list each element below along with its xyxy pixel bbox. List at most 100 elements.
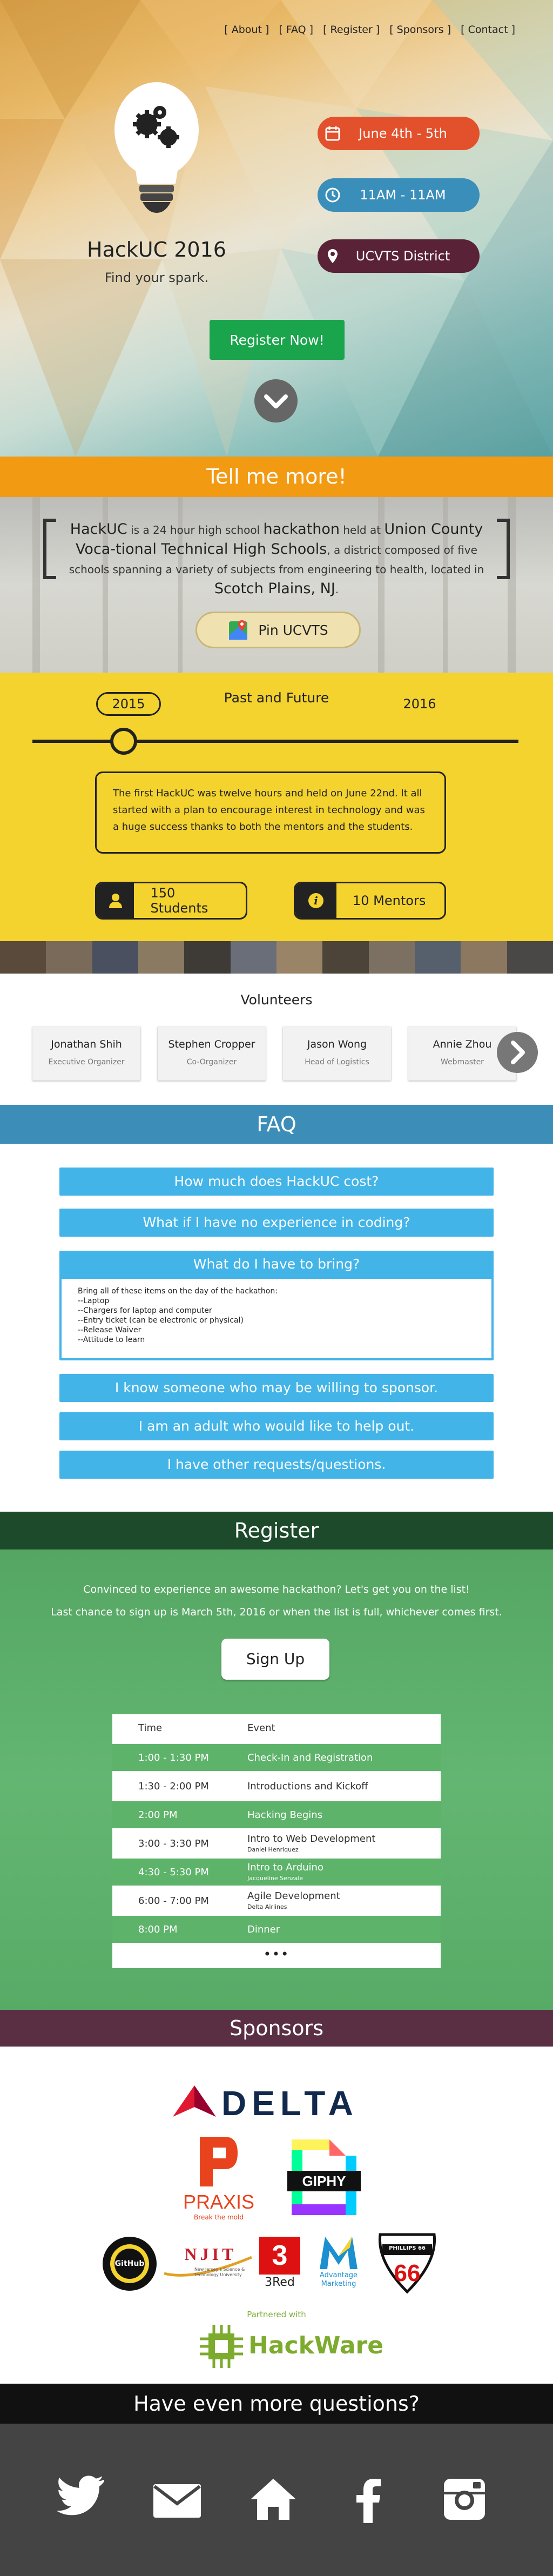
delta-wordmark: DELTA bbox=[221, 2084, 359, 2123]
table-row: 1:00 - 1:30 PM Check-In and Registration bbox=[112, 1744, 441, 1771]
about-description: HackUC is a 24 hour high school hackatho… bbox=[69, 521, 484, 597]
photo-strip bbox=[0, 941, 553, 974]
register-deadline: Last chance to sign up is March 5th, 201… bbox=[51, 1606, 502, 1618]
twitter-icon[interactable] bbox=[55, 2472, 109, 2526]
info-icon: i bbox=[295, 883, 336, 918]
njit-logo[interactable]: NJIT New Jersey's Science & Technology U… bbox=[162, 2242, 254, 2285]
event-location: UCVTS District bbox=[355, 249, 450, 264]
tell-me-more-heading: Tell me more! bbox=[0, 457, 553, 497]
faq-answer: Bring all of these items on the day of t… bbox=[62, 1279, 491, 1358]
mentors-count: 10 Mentors bbox=[353, 893, 426, 908]
volunteers-next-button[interactable] bbox=[497, 1032, 538, 1073]
github-wordmark: GitHub bbox=[114, 2249, 145, 2279]
lightbulb-gears-icon bbox=[114, 82, 199, 213]
register-heading: Register bbox=[0, 1512, 553, 1549]
past-description: The first HackUC was twelve hours and he… bbox=[95, 772, 446, 854]
google-maps-icon bbox=[229, 620, 248, 640]
faq-question[interactable]: I am an adult who would like to help out… bbox=[59, 1412, 494, 1440]
faq-question[interactable]: What do I have to bring? bbox=[59, 1251, 494, 1278]
hackware-logo[interactable]: HackWare bbox=[200, 2322, 383, 2371]
past-and-future-section: 2015 Past and Future 2016 The first Hack… bbox=[0, 673, 553, 941]
contact-footer bbox=[0, 2424, 553, 2576]
nav-sponsors[interactable]: [ Sponsors ] bbox=[389, 24, 451, 36]
njit-tagline: New Jersey's Science & Technology Univer… bbox=[194, 2267, 245, 2277]
volunteer-card[interactable]: Jason Wong Head of Logistics bbox=[283, 1027, 391, 1081]
register-section: Convinced to experience an awesome hacka… bbox=[0, 1549, 553, 2010]
faq-question[interactable]: I have other requests/questions. bbox=[59, 1451, 494, 1479]
nav-faq[interactable]: [ FAQ ] bbox=[279, 24, 313, 36]
delta-logo[interactable]: DELTA bbox=[173, 2080, 367, 2123]
timeline-year-2016[interactable]: 2016 bbox=[395, 696, 444, 712]
calendar-icon bbox=[318, 125, 348, 142]
phillips-shield-icon: 66 bbox=[378, 2233, 436, 2294]
3red-mark: 3 bbox=[259, 2237, 300, 2275]
table-row: 4:30 - 5:30 PM Intro to Arduino Jacqueli… bbox=[112, 1859, 441, 1886]
volunteer-role: Head of Logistics bbox=[305, 1058, 369, 1066]
advantage-m-icon bbox=[320, 2237, 358, 2269]
timeline-year-2015[interactable]: 2015 bbox=[96, 692, 161, 716]
nav-register[interactable]: [ Register ] bbox=[323, 24, 380, 36]
table-row: 6:00 - 7:00 PM Agile Development Delta A… bbox=[138, 1890, 340, 1910]
volunteer-name: Stephen Cropper bbox=[168, 1038, 255, 1050]
nav-contact[interactable]: [ Contact ] bbox=[461, 24, 515, 36]
scroll-down-button[interactable] bbox=[254, 379, 298, 422]
volunteer-card[interactable]: Jonathan Shih Executive Organizer bbox=[32, 1027, 140, 1081]
time-pill: 11AM - 11AM bbox=[318, 178, 480, 212]
3red-logo[interactable]: 3 3Red bbox=[259, 2237, 300, 2291]
phillips-wordmark: PHILLIPS 66 bbox=[389, 2245, 426, 2251]
timeline-track bbox=[32, 740, 518, 743]
github-logo[interactable]: GitHub bbox=[103, 2237, 157, 2291]
email-icon[interactable] bbox=[150, 2472, 204, 2526]
praxis-logo[interactable]: PRAXIS Break the mold bbox=[178, 2137, 259, 2223]
hackware-wordmark: HackWare bbox=[248, 2332, 384, 2359]
pin-ucvts-button[interactable]: Pin UCVTS bbox=[195, 612, 361, 648]
top-nav: [ About ] [ FAQ ] [ Register ] [ Sponsor… bbox=[224, 24, 515, 36]
praxis-wordmark: PRAXIS bbox=[183, 2191, 255, 2213]
register-intro: Convinced to experience an awesome hacka… bbox=[83, 1584, 470, 1595]
volunteer-name: Jason Wong bbox=[307, 1038, 367, 1050]
faq-heading: FAQ bbox=[0, 1105, 553, 1144]
table-row: 3:00 - 3:30 PM Intro to Web Development … bbox=[138, 1833, 376, 1853]
volunteer-name: Jonathan Shih bbox=[51, 1038, 122, 1050]
students-stat: 150 Students bbox=[95, 882, 247, 920]
schedule-table: Time Event 1:00 - 1:30 PM Check-In and R… bbox=[112, 1714, 441, 1968]
praxis-tagline: Break the mold bbox=[194, 2213, 244, 2221]
students-count: 150 Students bbox=[150, 886, 208, 916]
volunteers-title: Volunteers bbox=[240, 992, 313, 1008]
hero-tagline: Find your spark. bbox=[104, 270, 209, 285]
advantage-marketing-logo[interactable]: Advantage Marketing bbox=[309, 2237, 368, 2291]
table-row: 8:00 PM Dinner bbox=[112, 1916, 441, 1943]
event-time: 11AM - 11AM bbox=[360, 187, 446, 203]
about-section: HackUC is a 24 hour high school hackatho… bbox=[0, 497, 553, 673]
instagram-icon[interactable] bbox=[437, 2472, 491, 2526]
table-header: Time Event bbox=[112, 1714, 441, 1741]
clock-icon bbox=[318, 187, 348, 203]
giphy-logo[interactable]: GIPHY bbox=[286, 2134, 362, 2221]
left-bracket bbox=[43, 519, 56, 579]
register-now-button[interactable]: Register Now! bbox=[210, 320, 345, 360]
timeline-slider-handle[interactable] bbox=[110, 728, 137, 755]
svg-text:i: i bbox=[314, 894, 318, 907]
svg-text:66: 66 bbox=[394, 2260, 421, 2286]
pin-ucvts-label: Pin UCVTS bbox=[258, 622, 328, 638]
volunteer-card[interactable]: Stephen Cropper Co-Organizer bbox=[158, 1027, 266, 1081]
sign-up-button[interactable]: Sign Up bbox=[221, 1639, 329, 1680]
advantage-wordmark: Advantage Marketing bbox=[319, 2271, 358, 2288]
hero-section: [ About ] [ FAQ ] [ Register ] [ Sponsor… bbox=[0, 0, 553, 457]
faq-question[interactable]: I know someone who may be willing to spo… bbox=[59, 1374, 494, 1402]
faq-question-expanded[interactable]: What do I have to bring? Bring all of th… bbox=[59, 1251, 494, 1360]
phillips-66-logo[interactable]: 66 PHILLIPS 66 bbox=[375, 2229, 440, 2294]
facebook-icon[interactable] bbox=[342, 2472, 396, 2526]
more-questions-heading: Have even more questions? bbox=[0, 2384, 553, 2424]
nav-about[interactable]: [ About ] bbox=[224, 24, 269, 36]
column-event: Event bbox=[247, 1722, 275, 1734]
faq-question[interactable]: What if I have no experience in coding? bbox=[59, 1209, 494, 1237]
home-icon[interactable] bbox=[246, 2472, 300, 2526]
chip-icon bbox=[200, 2325, 243, 2368]
hero-title: HackUC 2016 bbox=[87, 238, 226, 261]
faq-question[interactable]: How much does HackUC cost? bbox=[59, 1168, 494, 1196]
chevron-right-icon bbox=[511, 1041, 525, 1064]
delta-widget-icon bbox=[173, 2085, 216, 2117]
njit-wordmark: NJIT bbox=[184, 2244, 237, 2264]
past-and-future-title: Past and Future bbox=[224, 690, 329, 706]
